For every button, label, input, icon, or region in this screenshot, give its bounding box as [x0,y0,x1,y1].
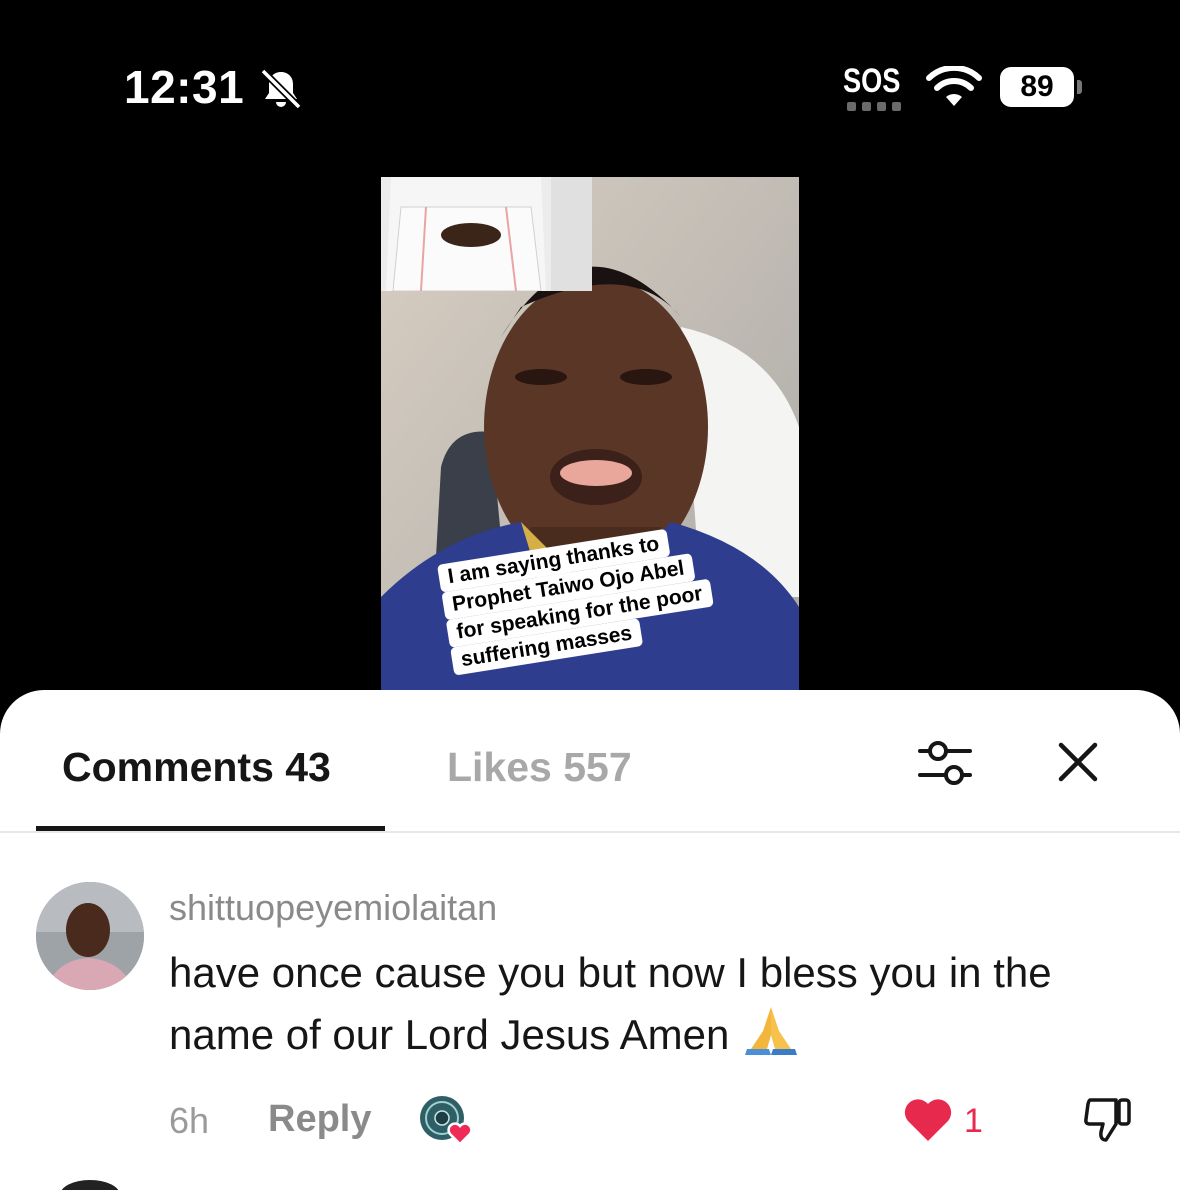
tab-comments[interactable]: Comments 43 [62,744,331,791]
bell-slash-icon [260,68,302,110]
close-icon[interactable] [1056,740,1100,784]
comment-text: have once cause you but now I bless you … [169,949,1052,1058]
next-comment-avatar[interactable] [60,1180,120,1190]
comment-username[interactable]: shittuopeyemiolaitan [169,887,497,929]
heart-icon[interactable] [902,1097,954,1143]
cellular-signal-icon [847,102,901,111]
creator-liked-icon [420,1096,473,1146]
like-count: 1 [964,1102,983,1140]
folded-hands-emoji-icon [745,1007,797,1055]
wifi-icon [926,66,982,106]
status-time: 12:31 [124,61,245,113]
tab-likes[interactable]: Likes 557 [447,744,632,791]
comment-timestamp: 6h [169,1100,210,1141]
video-player[interactable]: I am saying thanks to Prophet Taiwo Ojo … [381,177,799,717]
comments-sheet: Comments 43 Likes 557 shittuopeyemiolait… [0,690,1180,1190]
video-inset [381,177,592,291]
status-bar: 12:31 SOS 89 [0,0,1180,170]
reply-button[interactable]: Reply [268,1098,371,1141]
comment-body: have once cause you but now I bless you … [169,942,1129,1066]
battery-tip [1077,80,1082,94]
carrier-label: SOS [843,62,901,100]
tab-divider [0,831,1180,833]
battery-icon: 89 [1000,67,1074,107]
thumbs-down-icon[interactable] [1082,1094,1134,1146]
sliders-icon[interactable] [916,736,974,790]
avatar[interactable] [36,882,144,990]
